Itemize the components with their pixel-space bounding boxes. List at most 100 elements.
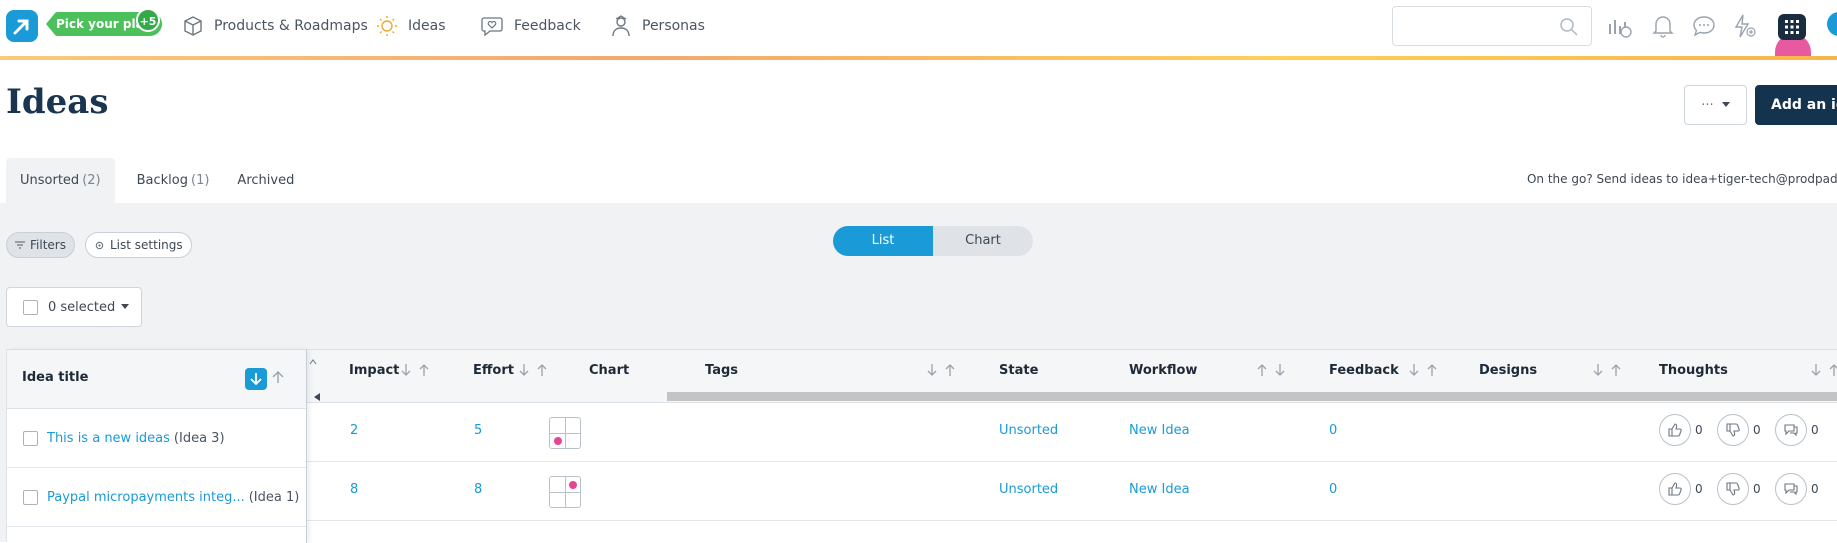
scroll-left-arrow-icon[interactable] — [314, 393, 320, 401]
heart-speech-icon — [481, 17, 503, 37]
state-value[interactable]: Unsorted — [999, 482, 1058, 497]
state-value[interactable]: Unsorted — [999, 423, 1058, 438]
idea-ref: (Idea 3) — [173, 430, 225, 446]
sort-down-icon[interactable] — [1593, 363, 1603, 377]
nav-products-roadmaps[interactable]: Products & Roadmaps — [182, 15, 368, 37]
thumbs-down-icon — [1726, 482, 1740, 496]
impact-value[interactable]: 8 — [350, 482, 358, 497]
col-workflow-header[interactable]: Workflow — [1129, 363, 1197, 378]
effort-value[interactable]: 5 — [474, 423, 482, 438]
col-tags-header[interactable]: Tags — [705, 363, 738, 378]
sort-up-icon[interactable] — [537, 363, 547, 377]
nav-personas-label: Personas — [642, 18, 705, 34]
bulk-select-dropdown[interactable]: 0 selected — [6, 287, 142, 327]
effort-value[interactable]: 8 — [474, 482, 482, 497]
comments-button[interactable]: 0 — [1775, 414, 1819, 446]
horizontal-scrollbar[interactable] — [307, 390, 1837, 403]
caret-down-icon — [121, 304, 130, 309]
chat-icon[interactable] — [1690, 12, 1718, 40]
select-all-checkbox[interactable] — [23, 299, 38, 315]
idea-title-link[interactable]: Paypal micropayments integ... — [47, 490, 245, 505]
sort-down-icon[interactable] — [1409, 363, 1419, 377]
sort-up-icon[interactable] — [1611, 363, 1621, 377]
chart-dot — [569, 481, 577, 489]
tab-backlog[interactable]: Backlog (1) — [123, 158, 224, 203]
comments-icon — [1784, 483, 1798, 496]
impact-value[interactable]: 2 — [350, 423, 358, 438]
thumbs-up-icon — [1668, 482, 1682, 496]
table-row: 8 8 Unsorted New Idea 0 0 0 0 — [307, 462, 1837, 521]
workflow-value[interactable]: New Idea — [1129, 423, 1190, 438]
tab-archived[interactable]: Archived — [223, 158, 308, 203]
col-thoughts-header[interactable]: Thoughts — [1659, 363, 1728, 378]
comments-count: 0 — [1811, 482, 1819, 496]
impact-effort-mini-chart[interactable] — [549, 476, 581, 508]
tab-unsorted-label: Unsorted — [20, 173, 80, 188]
sort-up-icon[interactable] — [945, 363, 955, 377]
tab-unsorted-count: (2) — [82, 173, 101, 188]
bell-icon[interactable] — [1650, 12, 1676, 40]
sort-up-icon[interactable] — [1427, 363, 1437, 377]
apps-grid-button[interactable] — [1778, 14, 1806, 40]
persona-icon — [612, 15, 630, 37]
sort-up-icon[interactable] — [1257, 363, 1267, 377]
arrow-down-icon — [250, 373, 262, 386]
table-row: Paypal micropayments integ... (Idea 1) — [7, 468, 306, 527]
idea-title-link[interactable]: This is a new ideas — [47, 431, 170, 446]
table-row: This is a new ideas (Idea 3) — [7, 409, 306, 468]
col-designs-header[interactable]: Designs — [1479, 363, 1537, 378]
sort-down-icon[interactable] — [401, 363, 411, 377]
sort-ascending-icon[interactable] — [272, 370, 284, 384]
thumbs-up-count: 0 — [1695, 482, 1703, 496]
feedback-value[interactable]: 0 — [1329, 423, 1337, 438]
lightning-plus-icon[interactable] — [1730, 12, 1758, 40]
prodpad-logo-icon[interactable] — [6, 10, 38, 42]
thumbs-down-icon — [1726, 423, 1740, 437]
thumbs-down-button[interactable]: 0 — [1717, 473, 1761, 505]
sort-descending-button[interactable] — [245, 368, 267, 390]
col-impact-header[interactable]: Impact — [349, 363, 399, 378]
row-checkbox[interactable] — [23, 430, 38, 446]
nav-feedback[interactable]: Feedback — [480, 15, 581, 37]
thumbs-down-button[interactable]: 0 — [1717, 414, 1761, 446]
sort-down-icon[interactable] — [519, 363, 529, 377]
lightbulb-icon — [377, 16, 397, 36]
sort-down-icon[interactable] — [1275, 363, 1285, 377]
feedback-value[interactable]: 0 — [1329, 482, 1337, 497]
scrollbar-thumb[interactable] — [667, 392, 1837, 401]
scroll-left-caret-icon[interactable] — [309, 358, 317, 366]
idea-tabs: Unsorted (2) Backlog (1) Archived — [6, 158, 308, 203]
nav-feedback-label: Feedback — [514, 18, 581, 34]
add-idea-button[interactable]: Add an idea — [1755, 85, 1837, 125]
list-settings-button[interactable]: List settings — [85, 232, 192, 258]
view-chart-button[interactable]: Chart — [933, 226, 1033, 256]
search-input[interactable] — [1392, 6, 1592, 46]
filters-button[interactable]: Filters — [6, 232, 75, 258]
view-list-button[interactable]: List — [833, 226, 933, 256]
box-icon — [184, 16, 202, 36]
sort-up-icon[interactable] — [1829, 363, 1837, 377]
top-nav-bar: Pick your plan +5 Products & Roadmaps Id… — [0, 0, 1837, 58]
sort-down-icon[interactable] — [927, 363, 937, 377]
sort-down-icon[interactable] — [1811, 363, 1821, 377]
col-state-header[interactable]: State — [999, 363, 1038, 378]
nav-ideas[interactable]: Ideas — [376, 15, 446, 37]
tab-archived-label: Archived — [237, 173, 295, 188]
workflow-value[interactable]: New Idea — [1129, 482, 1190, 497]
thumbs-up-button[interactable]: 0 — [1659, 473, 1703, 505]
impact-effort-mini-chart[interactable] — [549, 417, 581, 449]
integrations-icon[interactable] — [1606, 12, 1634, 40]
nav-ideas-label: Ideas — [408, 18, 446, 34]
col-feedback-header[interactable]: Feedback — [1329, 363, 1399, 378]
comments-button[interactable]: 0 — [1775, 473, 1819, 505]
row-checkbox[interactable] — [23, 489, 38, 505]
thumbs-up-button[interactable]: 0 — [1659, 414, 1703, 446]
tab-unsorted[interactable]: Unsorted (2) — [6, 158, 115, 203]
nav-personas[interactable]: Personas — [610, 15, 705, 37]
account-avatar[interactable] — [1827, 12, 1837, 36]
more-options-button[interactable]: ··· — [1684, 85, 1747, 125]
sort-up-icon[interactable] — [419, 363, 429, 377]
col-effort-header[interactable]: Effort — [473, 363, 514, 378]
idea-title-column: Idea title This is a new ideas (Idea 3) … — [7, 350, 307, 543]
table-header-row: Impact Effort Chart Tags State Workflow … — [307, 350, 1837, 390]
